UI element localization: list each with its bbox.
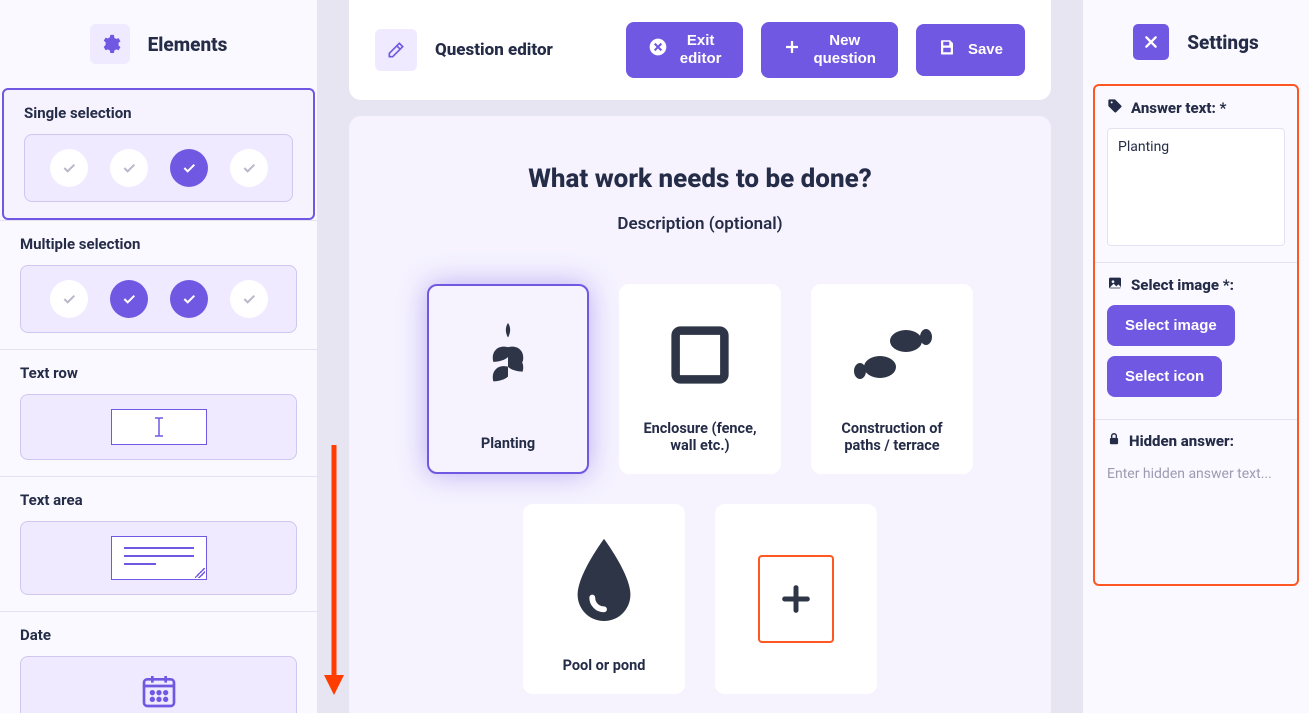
- footsteps-icon: [848, 316, 936, 398]
- text-row-preview: [20, 394, 297, 460]
- element-multiple-selection[interactable]: Multiple selection: [0, 220, 317, 349]
- plant-icon: [469, 318, 547, 400]
- exit-editor-button[interactable]: Exit editor: [626, 22, 744, 78]
- select-icon-button[interactable]: Select icon: [1107, 356, 1222, 397]
- element-text-row[interactable]: Text row: [0, 349, 317, 476]
- answer-label: Construction of paths / terrace: [825, 420, 959, 454]
- text-cursor-icon: [111, 409, 207, 445]
- editor-stage: Question editor Exit editor New question…: [317, 0, 1083, 713]
- elements-sidebar: Elements Single selection Multiple selec…: [0, 0, 317, 713]
- settings-frame: Answer text: * Select image *: Select im…: [1093, 84, 1299, 586]
- editor-toolbar: Question editor Exit editor New question…: [349, 0, 1051, 100]
- select-image-section: Select image *: Select image Select icon: [1095, 262, 1297, 419]
- element-label: Multiple selection: [20, 235, 297, 253]
- hidden-answer-input[interactable]: [1107, 460, 1285, 568]
- elements-header: Elements: [0, 0, 317, 88]
- textarea-illustration: [111, 536, 207, 580]
- check-icon: [170, 149, 208, 187]
- question-title[interactable]: What work needs to be done?: [389, 164, 1011, 194]
- question-description[interactable]: Description (optional): [389, 214, 1011, 234]
- date-preview: [20, 656, 297, 713]
- answer-card-enclosure[interactable]: Enclosure (fence, wall etc.): [619, 284, 781, 474]
- check-icon: [110, 280, 148, 318]
- check-icon: [230, 280, 268, 318]
- answer-label: Enclosure (fence, wall etc.): [633, 420, 767, 454]
- question-canvas: What work needs to be done? Description …: [349, 116, 1051, 713]
- check-icon: [50, 149, 88, 187]
- hidden-answer-label: Hidden answer:: [1129, 432, 1234, 450]
- answer-card-paths[interactable]: Construction of paths / terrace: [811, 284, 973, 474]
- select-image-label: Select image *:: [1131, 276, 1234, 294]
- element-date[interactable]: Date: [0, 611, 317, 713]
- calendar-icon: [139, 671, 179, 713]
- answer-cards: Planting Enclosure (fence, wall etc.) Co…: [389, 284, 1011, 694]
- text-area-preview: [20, 521, 297, 595]
- element-label: Date: [20, 626, 297, 644]
- new-question-button[interactable]: New question: [761, 22, 898, 78]
- element-text-area[interactable]: Text area: [0, 476, 317, 611]
- plus-icon: [758, 555, 834, 643]
- element-label: Text area: [20, 491, 297, 509]
- element-single-selection[interactable]: Single selection: [2, 88, 315, 220]
- answer-label: Pool or pond: [563, 657, 646, 674]
- close-circle-icon: [648, 37, 668, 63]
- edit-icon: [375, 29, 417, 71]
- settings-header: Settings: [1083, 0, 1309, 84]
- close-settings-button[interactable]: [1133, 24, 1169, 60]
- answer-label: Planting: [481, 435, 535, 452]
- new-question-label: New question: [813, 32, 876, 68]
- answer-text-label: Answer text: *: [1131, 99, 1226, 117]
- save-icon: [938, 38, 956, 62]
- check-icon: [170, 280, 208, 318]
- water-drop-icon: [568, 536, 640, 628]
- answer-card-pool[interactable]: Pool or pond: [523, 504, 685, 694]
- hidden-answer-section: Hidden answer:: [1095, 419, 1297, 584]
- element-label: Single selection: [24, 104, 293, 122]
- elements-title: Elements: [148, 33, 228, 56]
- gear-icon: [90, 24, 130, 64]
- settings-sidebar: Settings Answer text: * Select image *: …: [1083, 0, 1309, 713]
- settings-title: Settings: [1187, 31, 1259, 54]
- exit-editor-label: Exit editor: [680, 32, 722, 68]
- single-selection-preview: [24, 134, 293, 202]
- element-label: Text row: [20, 364, 297, 382]
- image-icon: [1107, 275, 1123, 295]
- select-image-button[interactable]: Select image: [1107, 305, 1235, 346]
- save-button[interactable]: Save: [916, 24, 1025, 76]
- multiple-selection-preview: [20, 265, 297, 333]
- save-label: Save: [968, 41, 1003, 59]
- check-icon: [50, 280, 88, 318]
- lock-icon: [1107, 432, 1121, 450]
- answer-card-planting[interactable]: Planting: [427, 284, 589, 474]
- check-icon: [110, 149, 148, 187]
- answer-text-section: Answer text: *: [1095, 86, 1297, 262]
- toolbar-title: Question editor: [435, 40, 553, 60]
- add-answer-button[interactable]: [715, 504, 877, 694]
- check-icon: [230, 149, 268, 187]
- plus-icon: [783, 38, 801, 62]
- square-icon: [661, 316, 739, 398]
- answer-text-input[interactable]: [1107, 128, 1285, 246]
- tag-icon: [1107, 98, 1123, 118]
